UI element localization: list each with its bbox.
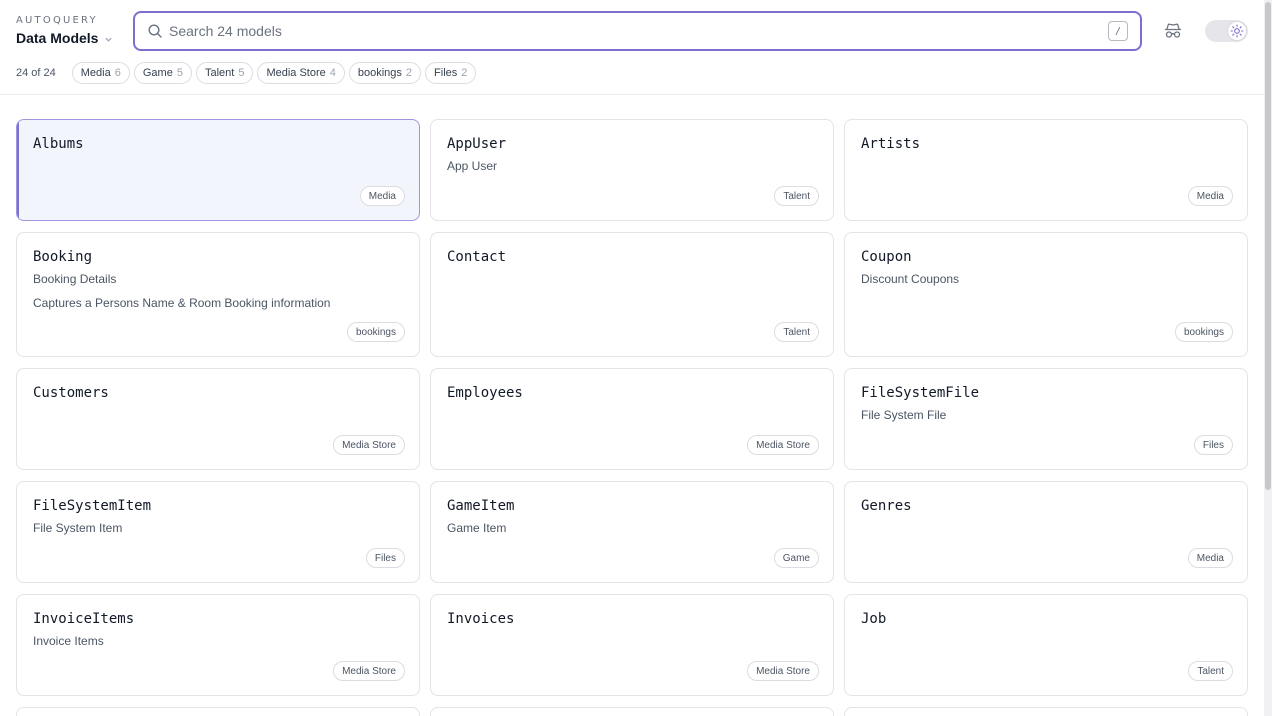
model-card-booking[interactable]: Booking Booking Details Captures a Perso…	[16, 232, 420, 357]
model-card-filesystemfile[interactable]: FileSystemFile File System File Files	[844, 368, 1248, 470]
toggle-knob	[1227, 21, 1247, 41]
model-tag: Talent	[774, 322, 819, 342]
model-description: File System Item	[33, 521, 123, 535]
model-name: Job	[861, 611, 887, 627]
chip-label: bookings	[357, 67, 402, 79]
filter-chip-bookings[interactable]: bookings 2	[348, 62, 422, 84]
brand-small-label: AUTOQUERY	[16, 15, 98, 26]
model-name: FileSystemItem	[33, 498, 152, 514]
model-description: File System File	[861, 408, 947, 422]
chip-count: 5	[238, 67, 245, 79]
theme-toggle[interactable]	[1205, 20, 1248, 42]
model-description: Invoice Items	[33, 634, 104, 648]
model-card-job[interactable]: Job Talent	[844, 594, 1248, 696]
model-name: Invoices	[447, 611, 515, 627]
model-card-gameitem[interactable]: GameItem Game Item Game	[430, 481, 834, 583]
chip-count: 5	[176, 67, 183, 79]
model-tag: bookings	[346, 322, 405, 342]
brand-title: Data Models	[16, 30, 99, 46]
model-card-coupon[interactable]: Coupon Discount Coupons bookings	[844, 232, 1248, 357]
chip-count: 2	[405, 67, 413, 79]
model-tag: Media Store	[333, 435, 405, 455]
model-card-customers[interactable]: Customers Media Store	[16, 368, 420, 470]
sun-icon	[1230, 24, 1244, 38]
model-tag: Media	[1187, 186, 1233, 206]
model-name: Contact	[447, 249, 507, 265]
search-box: /	[133, 11, 1142, 51]
model-tag: Files	[1193, 435, 1233, 455]
model-notes: Captures a Persons Name & Room Booking i…	[33, 296, 331, 310]
model-description: Game Item	[447, 521, 507, 535]
chip-label: Media	[80, 67, 111, 79]
model-name: Booking	[33, 249, 93, 265]
model-name: Customers	[33, 385, 109, 401]
filter-chip-media[interactable]: Media 6	[71, 62, 130, 84]
model-tag: Media Store	[747, 435, 819, 455]
chip-count: 4	[329, 67, 336, 79]
search-input[interactable]	[169, 19, 1099, 43]
model-tag: Media Store	[333, 661, 405, 681]
model-name: Genres	[861, 498, 912, 514]
filter-chip-game[interactable]: Game 5	[133, 62, 192, 84]
chevron-down-icon	[104, 35, 113, 44]
model-tag: Talent	[774, 186, 819, 206]
model-description: Discount Coupons	[861, 272, 960, 286]
model-grid: Albums Media AppUser App User Talent Art…	[16, 119, 1248, 716]
model-card-employees[interactable]: Employees Media Store	[430, 368, 834, 470]
model-card-filesystemitem[interactable]: FileSystemItem File System Item Files	[16, 481, 420, 583]
model-tag: Media Store	[747, 661, 819, 681]
model-name: Albums	[33, 136, 84, 152]
model-card[interactable]	[16, 707, 420, 716]
filter-chip-files[interactable]: Files 2	[425, 62, 477, 84]
chip-label: Talent	[204, 67, 235, 79]
model-name: Employees	[447, 385, 523, 401]
model-tag: bookings	[1174, 322, 1233, 342]
model-card[interactable]	[430, 707, 834, 716]
shortcut-key-hint: /	[1108, 21, 1128, 41]
model-name: AppUser	[447, 136, 507, 152]
model-tag: Files	[365, 548, 405, 568]
data-models-dropdown[interactable]: Data Models	[16, 29, 113, 47]
filter-chip-media-store[interactable]: Media Store 4	[257, 62, 345, 84]
model-name: FileSystemFile	[861, 385, 980, 401]
model-description: App User	[447, 159, 498, 173]
model-card-appuser[interactable]: AppUser App User Talent	[430, 119, 834, 221]
filter-chip-talent[interactable]: Talent 5	[195, 62, 254, 84]
search-icon	[147, 23, 163, 39]
brand: AUTOQUERY Data Models	[16, 15, 113, 47]
incognito-icon[interactable]	[1162, 20, 1184, 42]
chip-label: Files	[434, 67, 458, 79]
model-description: Booking Details	[33, 272, 117, 286]
model-card-invoices[interactable]: Invoices Media Store	[430, 594, 834, 696]
model-card-artists[interactable]: Artists Media	[844, 119, 1248, 221]
chip-label: Game	[142, 67, 173, 79]
model-tag: Talent	[1188, 661, 1233, 681]
model-tag: Media	[359, 186, 405, 206]
model-name: Coupon	[861, 249, 912, 265]
filter-bar: 24 of 24 Media 6 Game 5 Talent 5 Media S…	[16, 62, 477, 84]
model-tag: Game	[773, 548, 819, 568]
model-card-genres[interactable]: Genres Media	[844, 481, 1248, 583]
model-card-albums[interactable]: Albums Media	[16, 119, 420, 221]
result-count: 24 of 24	[16, 67, 56, 79]
chip-count: 6	[114, 67, 121, 79]
scrollbar-thumb[interactable]	[1265, 2, 1271, 490]
model-card-contact[interactable]: Contact Talent	[430, 232, 834, 357]
chip-count: 2	[461, 67, 468, 79]
model-tag: Media	[1187, 548, 1233, 568]
model-card-invoiceitems[interactable]: InvoiceItems Invoice Items Media Store	[16, 594, 420, 696]
page-scrollbar[interactable]	[1264, 0, 1272, 716]
model-name: GameItem	[447, 498, 515, 514]
model-name: Artists	[861, 136, 921, 152]
chip-label: Media Store	[266, 67, 326, 79]
model-card[interactable]	[844, 707, 1248, 716]
model-name: InvoiceItems	[33, 611, 135, 627]
top-header: AUTOQUERY Data Models /	[0, 0, 1264, 95]
